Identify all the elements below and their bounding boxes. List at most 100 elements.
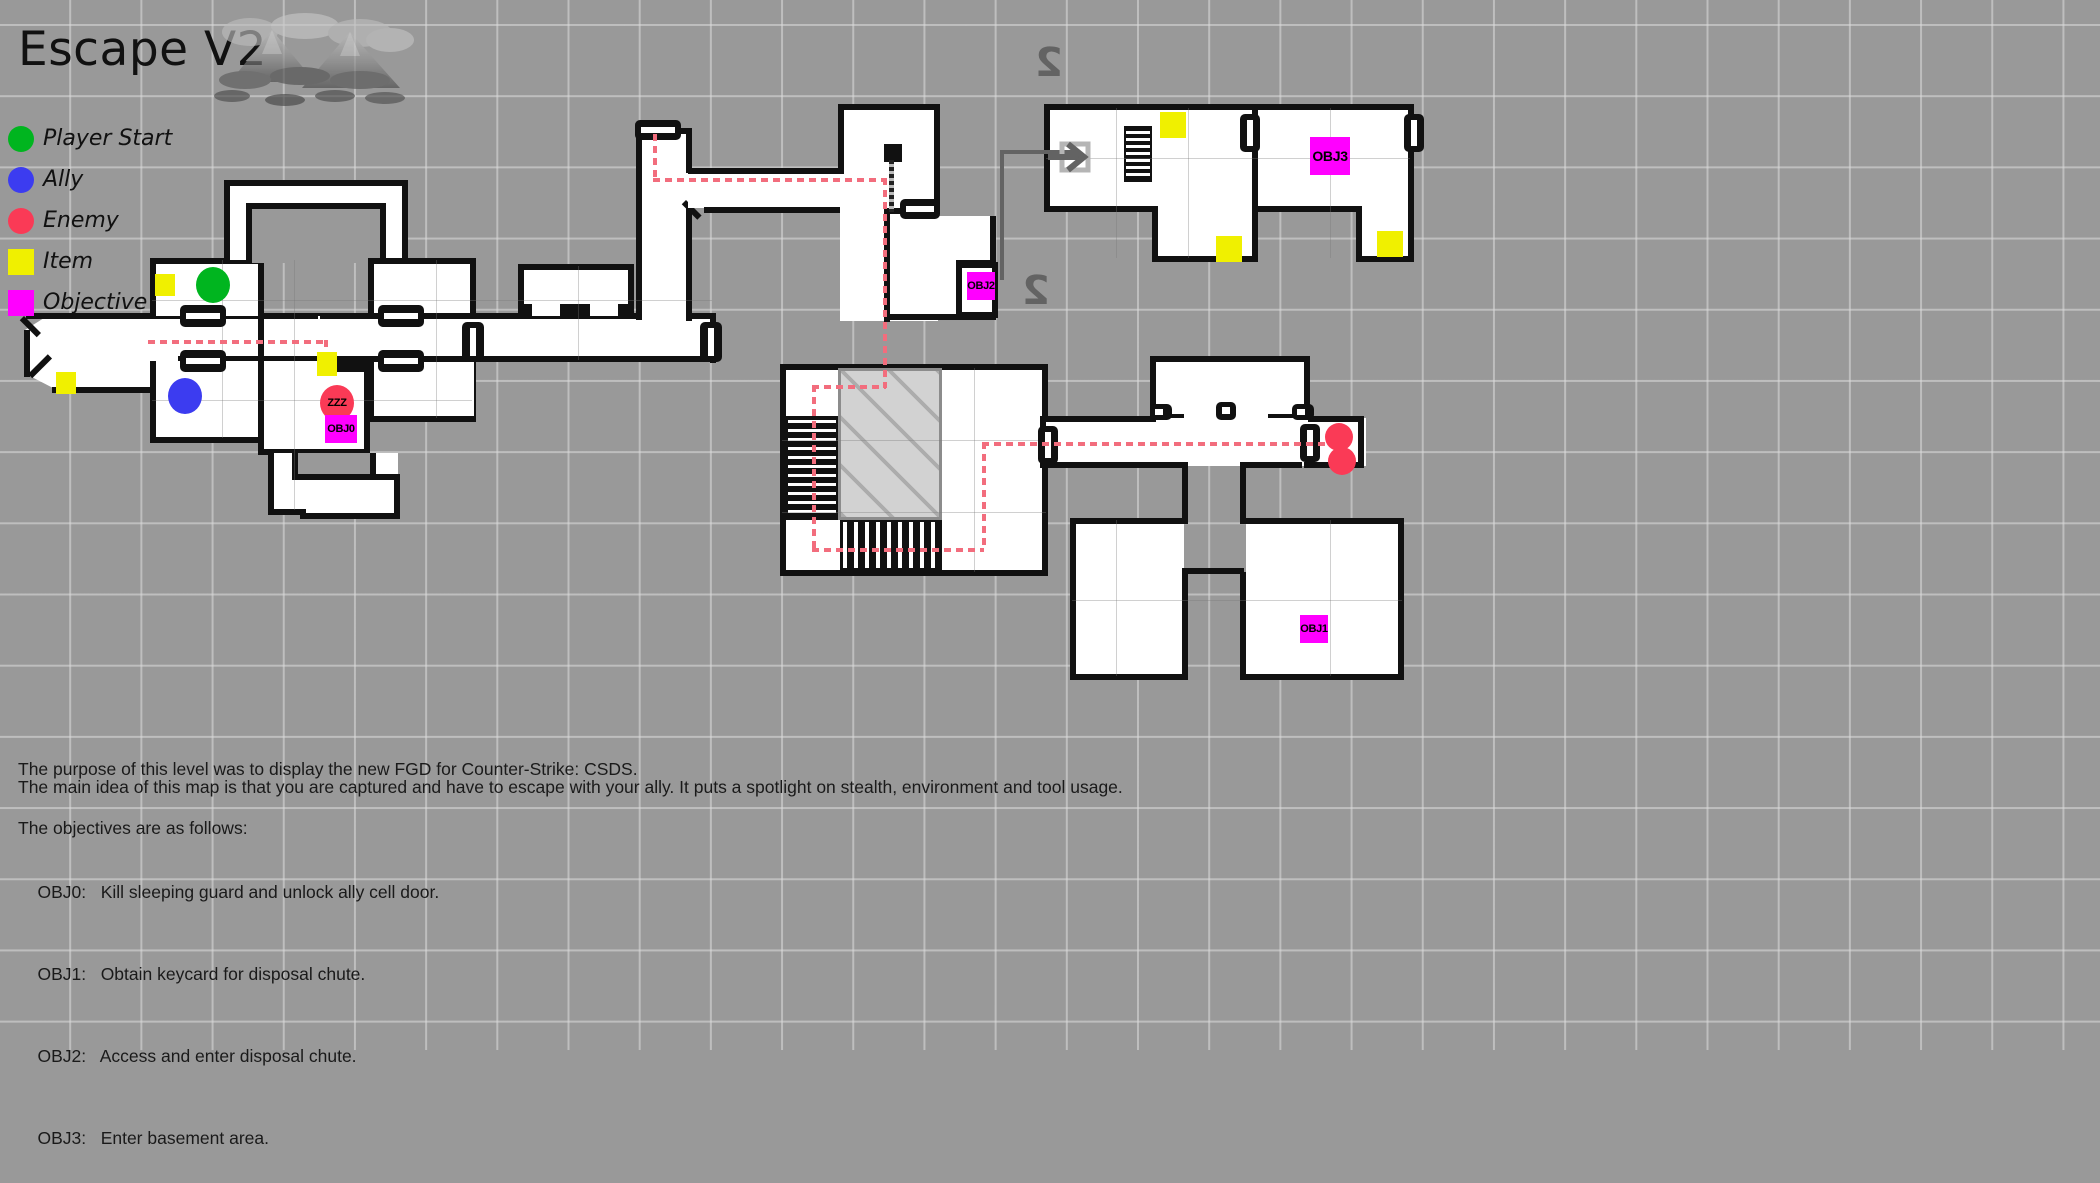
floor-grid-line	[294, 260, 295, 510]
objective-text: Access and enter disposal chute.	[99, 1045, 357, 1066]
item-marker	[1160, 112, 1186, 138]
floor-grid-line	[436, 260, 437, 418]
wall	[24, 330, 30, 377]
wall	[838, 104, 844, 174]
objective-marker-0: OBJ0	[325, 415, 357, 443]
enemy-marker-icon	[8, 207, 34, 234]
legend-label: Item	[43, 249, 94, 274]
wall	[224, 180, 408, 186]
ally-marker	[168, 378, 202, 414]
wall	[368, 416, 476, 422]
ally-marker-icon	[8, 166, 34, 193]
wall	[292, 453, 298, 477]
wall	[1240, 462, 1246, 522]
legend-item-item: Item	[8, 241, 172, 282]
floor-grid-line	[152, 300, 712, 301]
wall	[1240, 462, 1302, 468]
wall	[686, 203, 692, 321]
door[interactable]	[635, 120, 681, 140]
wall	[636, 128, 642, 320]
notes-line-2: The main idea of this map is that you ar…	[18, 777, 1123, 798]
wall	[224, 180, 230, 262]
legend-label: Objective	[43, 290, 148, 315]
legend-label: Enemy	[43, 208, 119, 233]
legend-item-player-start: Player Start	[8, 118, 172, 159]
wall	[380, 203, 386, 263]
player-path	[148, 340, 326, 344]
player-path	[812, 548, 984, 552]
item-marker	[56, 372, 76, 394]
door[interactable]	[378, 305, 424, 327]
door[interactable]	[1150, 404, 1172, 420]
player-start-marker	[196, 267, 230, 303]
wall	[368, 258, 476, 264]
objective-line-0: OBJ0: Kill sleeping guard and unlock all…	[18, 864, 1298, 919]
wall	[394, 474, 400, 518]
door[interactable]	[1404, 114, 1424, 152]
wall	[518, 264, 634, 270]
room-lower-right-sw	[1072, 520, 1184, 678]
player-path	[653, 134, 657, 178]
item-marker	[317, 352, 337, 376]
wall	[1356, 206, 1362, 262]
player-path	[812, 385, 816, 548]
door[interactable]	[900, 199, 940, 219]
room-north-vert-corridor	[638, 130, 690, 320]
legend-item-enemy: Enemy	[8, 200, 172, 241]
floor-grid-line	[1188, 108, 1189, 258]
wall	[1398, 518, 1404, 680]
floor-grid-line	[782, 440, 1046, 441]
objective-id: OBJ1:	[37, 963, 87, 984]
wall	[258, 258, 264, 363]
wall	[1308, 416, 1364, 422]
legend: Player Start Ally Enemy Item Objective	[8, 118, 172, 323]
wall	[958, 262, 998, 268]
door[interactable]	[462, 322, 484, 362]
objective-1-label: OBJ1	[1300, 623, 1328, 635]
wall	[686, 128, 692, 173]
wall	[292, 474, 376, 480]
wall	[246, 203, 386, 209]
floor-grid-line	[1330, 108, 1331, 258]
door[interactable]	[700, 322, 722, 362]
player-path	[653, 178, 885, 182]
wall	[1040, 416, 1156, 422]
item-marker	[1377, 231, 1403, 257]
wall	[1040, 462, 1188, 468]
door[interactable]	[180, 350, 226, 372]
floor-grid-line	[578, 266, 579, 360]
wall	[560, 304, 590, 316]
legend-label: Ally	[43, 167, 84, 192]
enemy-sleep-label: ZZZ	[327, 397, 347, 409]
wall	[838, 104, 940, 110]
wall	[1256, 206, 1360, 212]
wall	[1182, 568, 1244, 574]
objective-text: Enter basement area.	[100, 1127, 269, 1148]
wall	[1152, 104, 1258, 110]
wall	[990, 216, 996, 264]
door[interactable]	[180, 305, 226, 327]
door[interactable]	[1240, 114, 1260, 152]
item-marker	[1216, 236, 1242, 262]
notes-line-1: The purpose of this level was to display…	[18, 759, 638, 779]
objective-text: Obtain keycard for disposal chute.	[100, 963, 366, 984]
wall	[618, 304, 634, 316]
objective-line-2: OBJ2: Access and enter disposal chute.	[18, 1028, 1298, 1083]
wall	[1182, 462, 1188, 522]
door[interactable]	[1292, 404, 1314, 420]
door[interactable]	[1216, 402, 1236, 420]
wall	[1244, 674, 1404, 680]
wall	[1358, 416, 1364, 468]
floor-grid-line	[782, 512, 1046, 513]
disposal-chute-region	[838, 368, 942, 520]
connector-label-top: 2	[1035, 40, 1063, 86]
stairs-icon	[840, 520, 942, 570]
wall	[370, 474, 398, 480]
objective-id: OBJ0:	[37, 881, 87, 902]
room-lower-right-se	[1246, 520, 1402, 678]
door[interactable]	[378, 350, 424, 372]
floor-grid-line	[1330, 520, 1331, 676]
wall	[268, 453, 274, 515]
objective-id: OBJ2:	[37, 1045, 87, 1066]
arrow-right-icon	[1048, 141, 1091, 173]
